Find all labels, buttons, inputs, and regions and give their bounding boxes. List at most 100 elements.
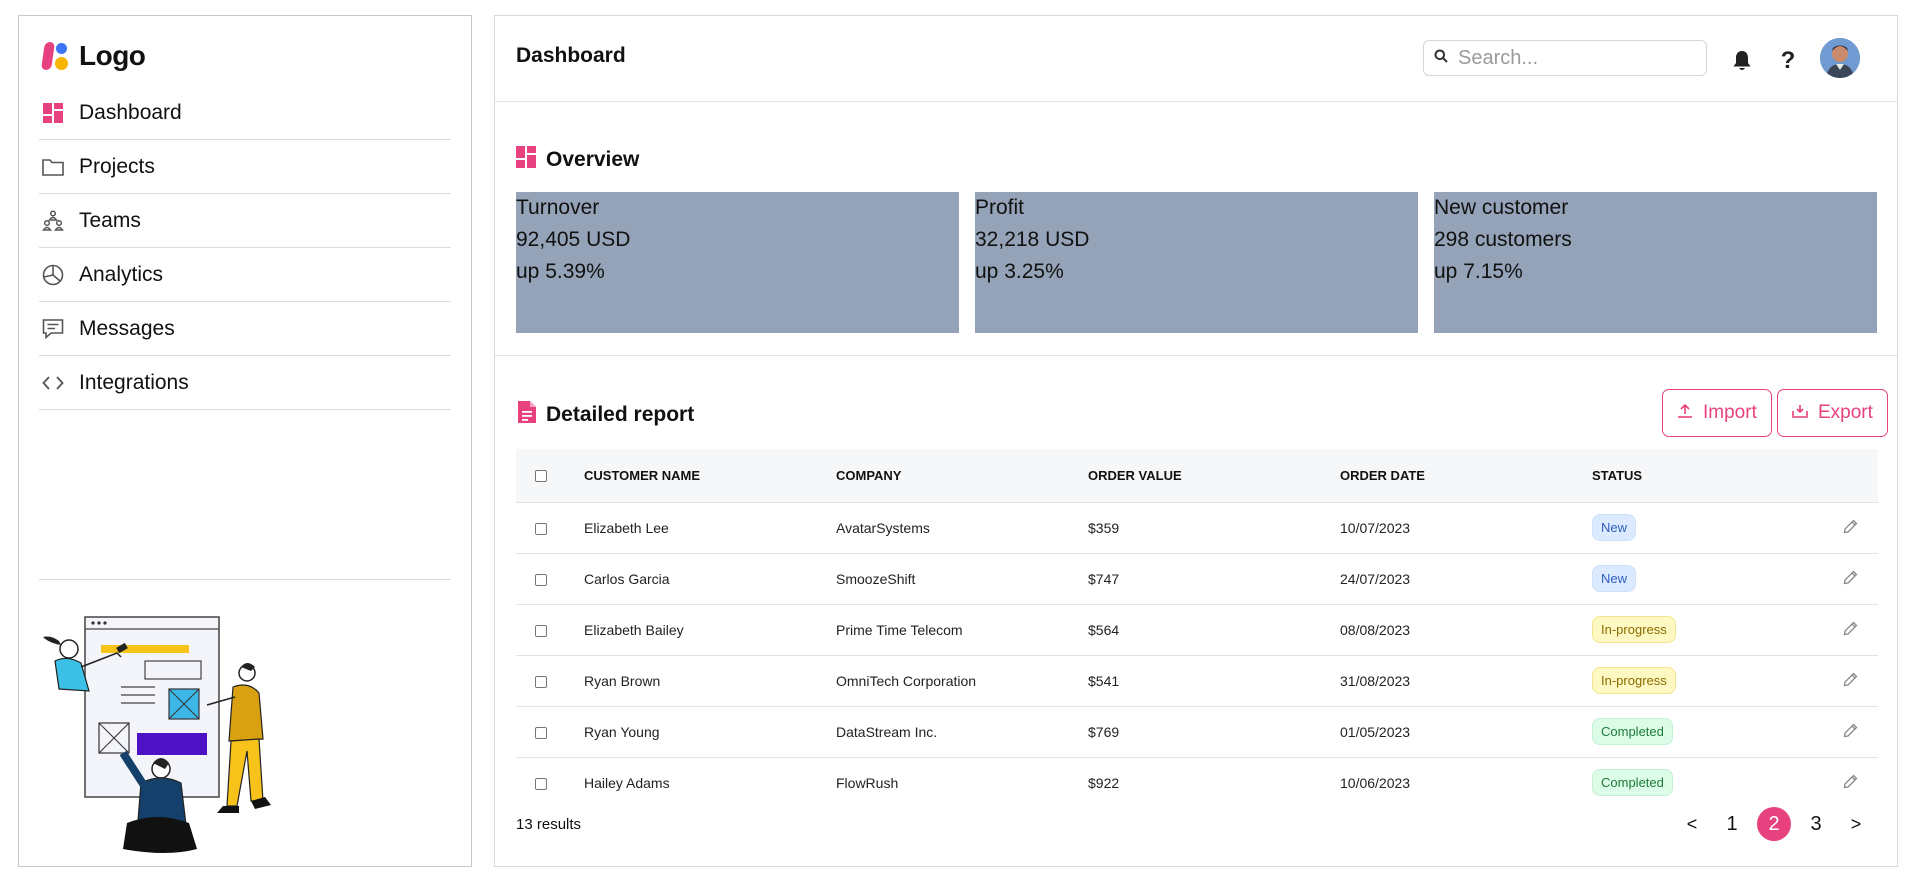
table-header-row: CUSTOMER NAME COMPANY ORDER VALUE ORDER … xyxy=(516,449,1878,502)
status-badge: New xyxy=(1592,565,1637,592)
order-date: 08/08/2023 xyxy=(1340,621,1411,638)
customer-name: Elizabeth Lee xyxy=(584,519,669,536)
logo[interactable]: Logo xyxy=(41,40,146,72)
order-date: 24/07/2023 xyxy=(1340,570,1411,587)
report-table: CUSTOMER NAME COMPANY ORDER VALUE ORDER … xyxy=(516,449,1878,808)
stat-value: 32,218 USD xyxy=(975,228,1090,251)
edit-icon[interactable] xyxy=(1843,519,1858,537)
section-divider xyxy=(495,355,1897,356)
export-button[interactable]: Export xyxy=(1777,389,1888,437)
table-row[interactable]: Ryan Brown OmniTech Corporation $541 31/… xyxy=(516,655,1878,706)
table-row[interactable]: Elizabeth Bailey Prime Time Telecom $564… xyxy=(516,604,1878,655)
sidebar-item-label: Teams xyxy=(79,208,141,232)
search-icon xyxy=(1434,49,1448,68)
stat-change: up 5.39% xyxy=(516,260,605,283)
sidebar-nav: Dashboard Projects Teams Analytics Messa… xyxy=(39,86,451,410)
sidebar-item-label: Messages xyxy=(79,316,175,340)
pagination: < 1 2 3 > xyxy=(1673,807,1875,841)
report-heading: Detailed report xyxy=(518,401,694,429)
page-button[interactable]: 3 xyxy=(1795,807,1837,841)
help-icon[interactable]: ? xyxy=(1775,48,1801,74)
status-badge: In-progress xyxy=(1592,616,1676,643)
page-button[interactable]: 1 xyxy=(1711,807,1753,841)
order-value: $541 xyxy=(1088,672,1120,689)
table-row[interactable]: Ryan Young DataStream Inc. $769 01/05/20… xyxy=(516,706,1878,757)
row-checkbox[interactable] xyxy=(535,778,547,791)
edit-icon[interactable] xyxy=(1843,621,1858,639)
stat-label: Profit xyxy=(975,196,1025,219)
stat-value: 92,405 USD xyxy=(516,228,631,251)
main-panel: Dashboard ? Overview xyxy=(494,15,1898,867)
document-icon xyxy=(518,401,536,429)
teams-icon xyxy=(41,209,65,233)
status-badge: Completed xyxy=(1592,769,1673,797)
upload-icon xyxy=(1677,402,1693,424)
export-label: Export xyxy=(1818,402,1873,423)
prev-page-button[interactable]: < xyxy=(1673,807,1711,841)
table-row[interactable]: Carlos Garcia SmoozeShift $747 24/07/202… xyxy=(516,553,1878,604)
search-input[interactable] xyxy=(1458,46,1688,70)
company: AvatarSystems xyxy=(836,519,930,536)
status-badge: Completed xyxy=(1592,718,1673,745)
select-all-checkbox[interactable] xyxy=(535,470,547,483)
next-page-button[interactable]: > xyxy=(1837,807,1875,841)
stat-card-profit: Profit 32,218 USD up 3.25% xyxy=(975,192,1418,333)
company: FlowRush xyxy=(836,774,899,791)
order-value: $359 xyxy=(1088,519,1120,536)
folder-icon xyxy=(41,155,65,179)
sidebar-item-integrations[interactable]: Integrations xyxy=(39,356,451,410)
results-count: 13 results xyxy=(516,816,582,833)
report-title: Detailed report xyxy=(546,403,695,426)
sidebar-item-messages[interactable]: Messages xyxy=(39,302,451,356)
company: SmoozeShift xyxy=(836,570,916,587)
edit-icon[interactable] xyxy=(1843,672,1858,690)
sidebar-item-analytics[interactable]: Analytics xyxy=(39,248,451,302)
column-header[interactable]: ORDER DATE xyxy=(1340,449,1592,502)
sidebar-item-teams[interactable]: Teams xyxy=(39,194,451,248)
logo-text: Logo xyxy=(79,40,146,71)
table-row[interactable]: Hailey Adams FlowRush $922 10/06/2023 Co… xyxy=(516,757,1878,808)
sidebar-divider xyxy=(39,579,451,580)
sidebar-item-projects[interactable]: Projects xyxy=(39,140,451,194)
avatar[interactable] xyxy=(1820,38,1860,78)
customer-name: Hailey Adams xyxy=(584,774,670,791)
overview-cards: Turnover 92,405 USD up 5.39% Profit 32,2… xyxy=(516,192,1877,333)
row-checkbox[interactable] xyxy=(535,675,547,688)
pie-chart-icon xyxy=(41,263,65,287)
company: DataStream Inc. xyxy=(836,723,938,740)
column-header[interactable]: COMPANY xyxy=(836,449,1088,502)
column-header[interactable]: ORDER VALUE xyxy=(1088,449,1340,502)
edit-icon[interactable] xyxy=(1843,570,1858,588)
column-header[interactable]: STATUS xyxy=(1592,449,1784,502)
customer-name: Ryan Brown xyxy=(584,672,661,689)
page-button-current[interactable]: 2 xyxy=(1753,807,1795,841)
stat-card-turnover: Turnover 92,405 USD up 5.39% xyxy=(516,192,959,333)
download-icon xyxy=(1792,402,1808,424)
row-checkbox[interactable] xyxy=(535,726,547,739)
row-checkbox[interactable] xyxy=(535,522,547,535)
stat-change: up 7.15% xyxy=(1434,260,1523,283)
import-button[interactable]: Import xyxy=(1662,389,1772,437)
page-title: Dashboard xyxy=(516,44,626,67)
row-checkbox[interactable] xyxy=(535,573,547,586)
row-checkbox[interactable] xyxy=(535,624,547,637)
code-icon xyxy=(41,371,65,395)
import-label: Import xyxy=(1703,402,1757,423)
edit-icon[interactable] xyxy=(1843,774,1858,792)
overview-icon xyxy=(516,146,536,174)
order-date: 10/07/2023 xyxy=(1340,519,1411,536)
stat-value: 298 customers xyxy=(1434,228,1572,251)
search-box[interactable] xyxy=(1423,40,1707,76)
stat-change: up 3.25% xyxy=(975,260,1064,283)
edit-icon[interactable] xyxy=(1843,723,1858,741)
company: Prime Time Telecom xyxy=(836,621,963,638)
table-row[interactable]: Elizabeth Lee AvatarSystems $359 10/07/2… xyxy=(516,502,1878,553)
message-icon xyxy=(41,317,65,341)
column-header[interactable]: CUSTOMER NAME xyxy=(584,449,836,502)
sidebar-item-dashboard[interactable]: Dashboard xyxy=(39,86,451,140)
sidebar-item-label: Projects xyxy=(79,154,155,178)
bell-icon[interactable] xyxy=(1729,48,1755,74)
order-value: $747 xyxy=(1088,570,1120,587)
order-date: 10/06/2023 xyxy=(1340,774,1411,791)
sidebar-item-label: Analytics xyxy=(79,262,164,286)
